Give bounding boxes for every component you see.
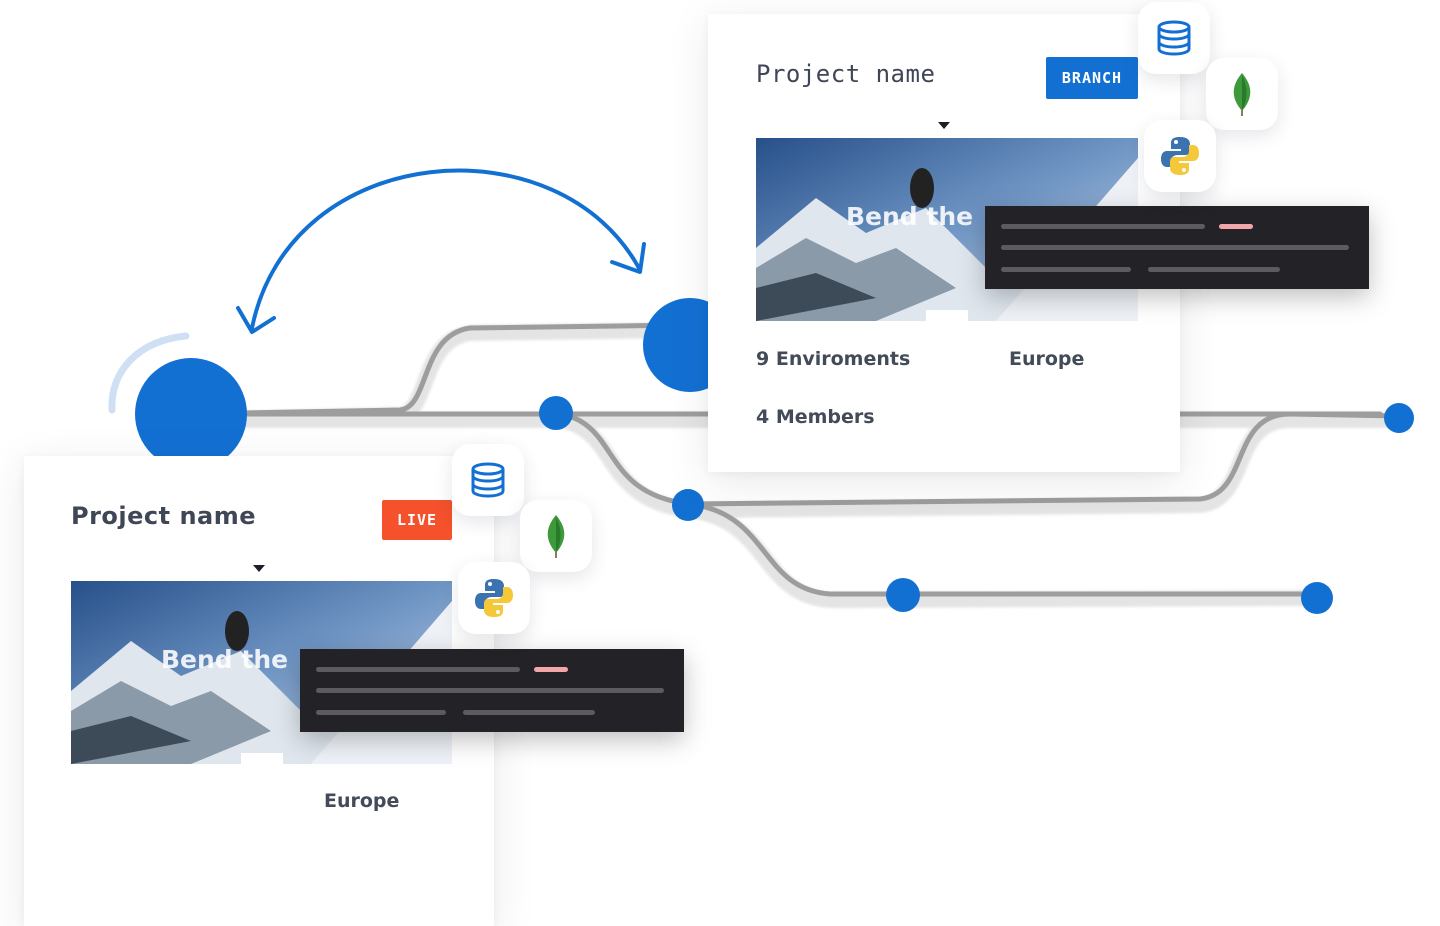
region-label: Europe (1009, 348, 1085, 370)
dropdown-caret-icon[interactable] (938, 122, 950, 129)
mongodb-service-bubble[interactable] (520, 500, 592, 572)
main-branch-node[interactable] (135, 358, 247, 470)
database-icon (471, 462, 505, 498)
python-service-bubble[interactable] (458, 562, 530, 634)
preview-headline: Bend the (846, 202, 974, 231)
code-snippet (300, 649, 684, 732)
swap-arrow-icon (236, 168, 646, 334)
database-service-bubble[interactable] (452, 444, 524, 516)
commit-node[interactable] (1384, 403, 1414, 433)
commit-node[interactable] (1301, 582, 1333, 614)
database-icon (1157, 20, 1191, 56)
branch-badge[interactable]: BRANCH (1046, 57, 1138, 99)
mongodb-leaf-icon (1233, 73, 1251, 116)
mongodb-service-bubble[interactable] (1206, 58, 1278, 130)
python-icon (475, 579, 513, 617)
commit-node[interactable] (672, 489, 704, 521)
commit-node[interactable] (886, 578, 920, 612)
python-icon (1161, 137, 1199, 175)
members-count: 4 Members (756, 406, 875, 428)
database-service-bubble[interactable] (1138, 2, 1210, 74)
mongodb-leaf-icon (547, 515, 565, 558)
region-label: Europe (324, 790, 400, 812)
environments-count: 9 Enviroments (756, 348, 911, 370)
dropdown-caret-icon[interactable] (253, 565, 265, 572)
project-title: Project name (71, 502, 257, 530)
project-title: Project name (756, 60, 936, 88)
code-snippet (985, 206, 1369, 289)
live-badge[interactable]: LIVE (382, 500, 452, 540)
python-service-bubble[interactable] (1144, 120, 1216, 192)
preview-headline: Bend the (161, 645, 289, 674)
commit-node[interactable] (539, 396, 573, 430)
